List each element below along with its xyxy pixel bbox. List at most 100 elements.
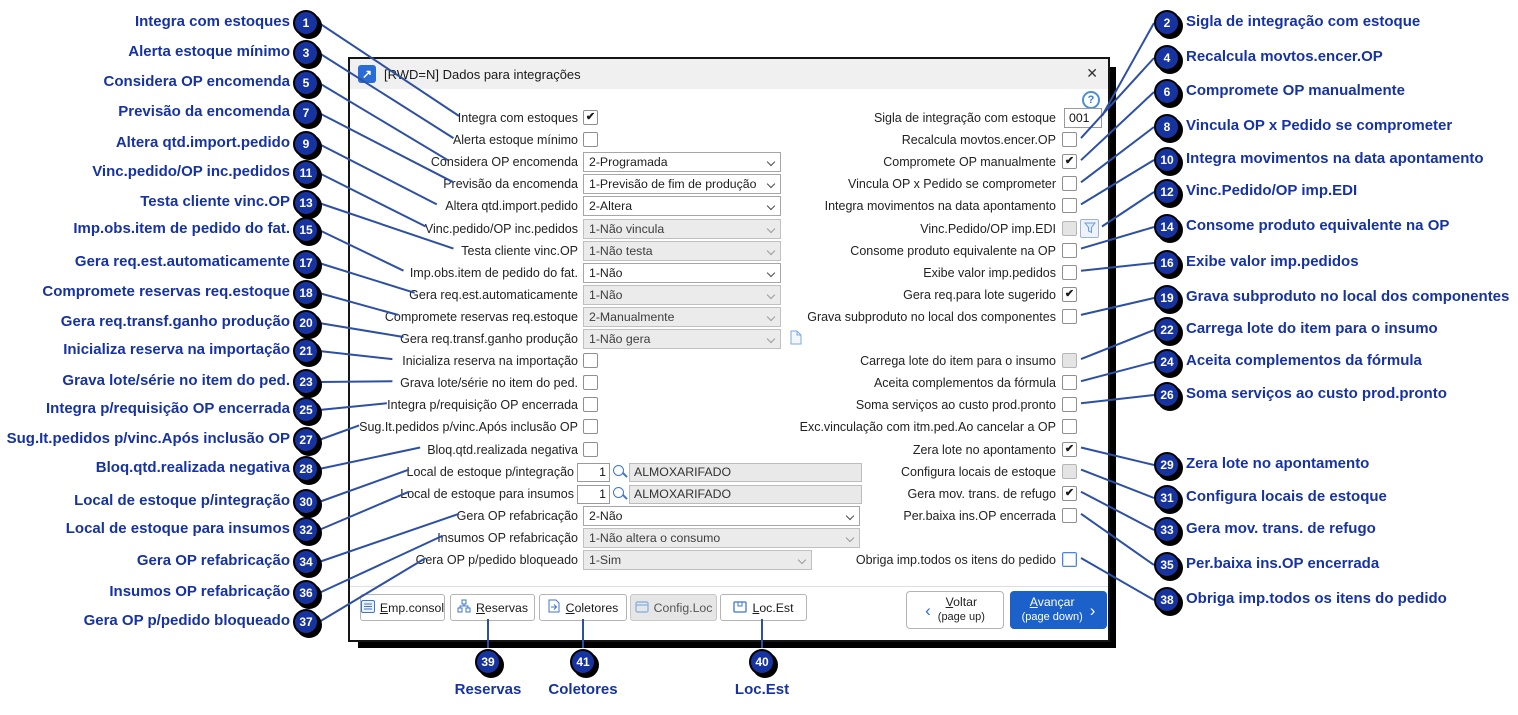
window-title: [RWD=N] Dados para integrações — [384, 66, 581, 82]
obriga-imp-todos-os-itens-do-pedido-checkbox[interactable] — [1062, 552, 1077, 567]
vinc-pedido-op-imp-edi-checkbox — [1062, 220, 1077, 236]
annotation-label-20: Gera req.transf.ganho produção — [60, 313, 290, 330]
annotation-label-14: Consome produto equivalente na OP — [1186, 217, 1450, 234]
annotation-label-28: Bloq.qtd.realizada negativa — [95, 459, 290, 476]
annotation-label-36: Insumos OP refabricação — [109, 583, 290, 600]
box-icon — [634, 600, 649, 616]
annotation-circle-13: 13 — [293, 190, 319, 216]
document-icon[interactable] — [790, 330, 802, 345]
annotation-circle-16: 16 — [1154, 250, 1180, 276]
toolbar-button-label: Emp.consol — [379, 600, 445, 615]
toolbar-button-label: Reservas — [476, 600, 528, 615]
annotation-circle-20: 20 — [293, 310, 319, 336]
per-baixa-ins-op-encerrada-checkbox[interactable] — [1062, 507, 1077, 523]
annotation-circle-2: 2 — [1154, 10, 1180, 36]
grava-subproduto-no-local-dos-componentes-checkbox[interactable] — [1062, 308, 1077, 324]
select-value: 1-Não gera — [589, 332, 651, 346]
annotation-circle-8: 8 — [1154, 114, 1180, 140]
integra-movimentos-na-data-apontamento-checkbox[interactable] — [1062, 198, 1077, 214]
configura-locais-de-estoque-checkbox — [1062, 463, 1077, 479]
form-row-obriga-imp-todos-os-itens-do-pedido: Obriga imp.todos os itens do pedido — [350, 549, 1106, 571]
screenshot-canvas: ↗ [RWD=N] Dados para integrações ✕ ? Int… — [0, 0, 1518, 715]
toolbar-button-label: Config.Loc — [653, 600, 713, 615]
annotation-circle-11: 11 — [293, 160, 319, 186]
exibe-valor-imp-pedidos-checkbox[interactable] — [1062, 264, 1077, 280]
annotation-circle-5: 5 — [293, 70, 319, 96]
annotation-label-23: Grava lote/série no item do ped. — [62, 372, 290, 389]
toolbar-emp-consol-button[interactable]: Emp.consol — [360, 594, 445, 621]
vincula-op-x-pedido-se-comprometer-checkbox[interactable] — [1062, 176, 1077, 192]
export-document-icon — [548, 599, 561, 616]
annotation-circle-25: 25 — [293, 397, 319, 423]
field-label: Soma serviços ao custo prod.pronto — [855, 398, 1056, 413]
titlebar[interactable]: ↗ [RWD=N] Dados para integrações ✕ — [350, 59, 1108, 89]
chevron-down-icon — [766, 334, 776, 344]
sigla-de-integracao-com-estoque-input[interactable]: 001 — [1064, 108, 1102, 128]
form-row-consome-produto-equivalente-na-op: Consome produto equivalente na OP — [350, 240, 1106, 262]
exc-vinculacao-com-itm-ped-ao-cancelar-a-op-checkbox[interactable] — [1062, 419, 1077, 435]
field-label: Exibe valor imp.pedidos — [923, 265, 1056, 280]
field-label: Configura locais de estoque — [901, 464, 1056, 479]
close-icon[interactable]: ✕ — [1086, 65, 1098, 82]
annotation-circle-37: 37 — [293, 609, 319, 635]
insumos-op-refabricacao-select: 1-Não altera o consumo — [583, 527, 860, 548]
form-row-configura-locais-de-estoque: Configura locais de estoque — [350, 461, 1106, 483]
annotation-circle-32: 32 — [293, 517, 319, 543]
field-label: Gera req.para lote sugerido — [903, 287, 1056, 302]
annotation-label-27: Sug.It.pedidos p/vinc.Após inclusão OP — [6, 430, 290, 447]
recalcula-movtos-encer-op-checkbox[interactable] — [1062, 132, 1077, 148]
annotation-label-34: Gera OP refabricação — [136, 552, 290, 569]
voltar-label: Voltar — [945, 595, 978, 610]
gera-mov-trans-de-refugo-checkbox[interactable]: ✔ — [1062, 485, 1077, 501]
field-label: Recalcula movtos.encer.OP — [901, 133, 1056, 148]
annotation-label-33: Gera mov. trans. de refugo — [1186, 520, 1376, 537]
toolbar-loc-est-button[interactable]: Loc.Est — [720, 594, 807, 621]
form-row-vincula-op-x-pedido-se-comprometer: Vincula OP x Pedido se comprometer — [350, 173, 1106, 195]
network-icon — [457, 599, 471, 616]
annotation-circle-28: 28 — [293, 456, 319, 482]
annotation-circle-35: 35 — [1154, 552, 1180, 578]
consome-produto-equivalente-na-op-checkbox[interactable] — [1062, 242, 1077, 258]
annotation-circle-33: 33 — [1154, 517, 1180, 543]
annotation-circle-9: 9 — [293, 131, 319, 157]
annotation-label-2: Sigla de integração com estoque — [1186, 13, 1421, 30]
annotation-label-30: Local de estoque p/integração — [74, 492, 290, 509]
voltar-button[interactable]: ‹ Voltar (page up) — [906, 591, 1004, 629]
chevron-down-icon — [845, 533, 855, 543]
package-icon — [733, 600, 748, 616]
compromete-op-manualmente-checkbox[interactable]: ✔ — [1062, 154, 1077, 170]
toolbar-coletores-button[interactable]: Coletores — [539, 594, 627, 621]
gera-req-para-lote-sugerido-checkbox[interactable]: ✔ — [1062, 286, 1077, 302]
field-label: Consome produto equivalente na OP — [850, 243, 1056, 258]
form-row-exc-vinculacao-com-itm-ped-ao-cancelar-a-op: Exc.vinculação com itm.ped.Ao cancelar a… — [350, 416, 1106, 438]
aceita-complementos-da-formula-checkbox[interactable] — [1062, 375, 1077, 391]
annotation-label-1: Integra com estoques — [134, 13, 290, 30]
annotation-circle-41: 41 — [570, 649, 596, 675]
annotation-circle-40: 40 — [749, 649, 775, 675]
form-row-gera-mov-trans-de-refugo: Gera mov. trans. de refugo ✔ — [350, 483, 1106, 505]
annotation-circle-4: 4 — [1154, 45, 1180, 71]
field-label: Obriga imp.todos os itens do pedido — [855, 553, 1056, 567]
annotation-label-12: Vinc.Pedido/OP imp.EDI — [1186, 182, 1358, 199]
annotation-label-5: Considera OP encomenda — [103, 73, 290, 90]
form-row-exibe-valor-imp-pedidos: Exibe valor imp.pedidos — [350, 262, 1106, 284]
toolbar-button-label: Loc.Est — [752, 600, 794, 615]
toolbar-reservas-button[interactable]: Reservas — [450, 594, 535, 621]
annotation-label-3: Alerta estoque mínimo — [128, 43, 290, 60]
filter-icon[interactable] — [1080, 218, 1099, 238]
footer-divider — [350, 586, 1108, 587]
window-restore-icon: ↗ — [358, 65, 376, 83]
annotation-circle-36: 36 — [293, 580, 319, 606]
avancar-button[interactable]: Avançar (page down) › — [1010, 591, 1107, 629]
soma-servicos-ao-custo-prod-pronto-checkbox[interactable] — [1062, 397, 1077, 413]
annotation-label-26: Soma serviços ao custo prod.pronto — [1186, 385, 1447, 402]
annotation-circle-7: 7 — [293, 100, 319, 126]
annotation-circle-39: 39 — [475, 649, 501, 675]
annotation-label-9: Altera qtd.import.pedido — [115, 134, 290, 151]
zera-lote-no-apontamento-checkbox[interactable]: ✔ — [1062, 441, 1077, 457]
annotation-label-38: Obriga imp.todos os itens do pedido — [1186, 590, 1447, 607]
form-row-aceita-complementos-da-formula: Aceita complementos da fórmula — [350, 372, 1106, 394]
annotation-circle-38: 38 — [1154, 587, 1180, 613]
form-row-vinc-pedido-op-imp-edi: Vinc.Pedido/OP imp.EDI — [350, 218, 1106, 240]
form-row-insumos-op-refabricacao: Insumos OP refabricação 1-Não altera o co… — [350, 527, 1106, 549]
